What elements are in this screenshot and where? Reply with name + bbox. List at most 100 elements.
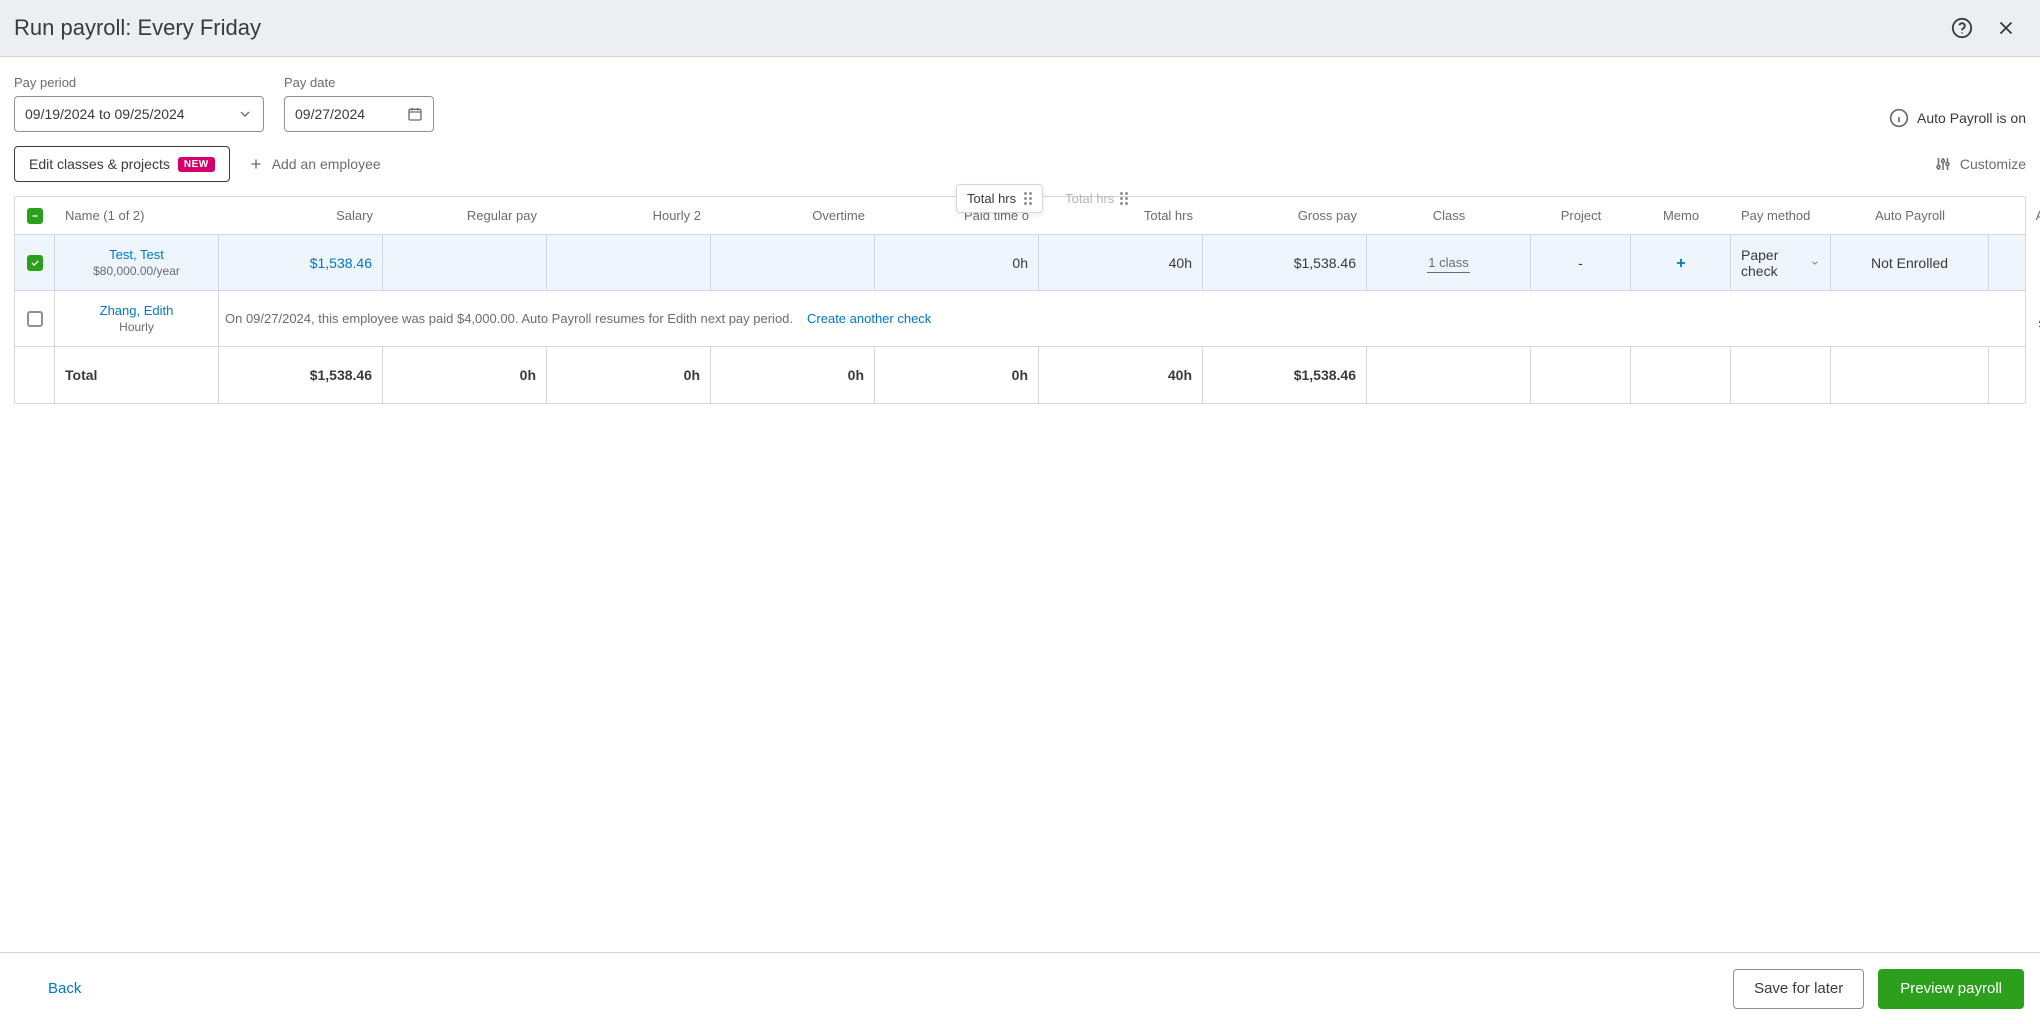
back-link[interactable]: Back bbox=[16, 980, 113, 997]
employee-rate: $80,000.00/year bbox=[93, 264, 180, 278]
check-icon bbox=[30, 258, 40, 268]
payroll-table: Name (1 of 2) Salary Regular pay Hourly … bbox=[14, 196, 2026, 404]
class-link[interactable]: 1 class bbox=[1427, 253, 1469, 273]
pay-date-value: 09/27/2024 bbox=[295, 106, 407, 122]
total-total-hrs: 40h bbox=[1039, 347, 1203, 403]
memo-cell bbox=[1631, 235, 1731, 290]
auto-payroll-cell: Active bbox=[1989, 291, 2040, 346]
chevron-down-icon bbox=[237, 106, 253, 122]
col-salary[interactable]: Salary bbox=[219, 197, 383, 234]
employee-cell: Test, Test $80,000.00/year bbox=[55, 235, 219, 290]
create-another-check-link[interactable]: Create another check bbox=[807, 311, 931, 326]
help-button[interactable] bbox=[1946, 12, 1978, 44]
row-checkbox[interactable] bbox=[27, 255, 43, 271]
col-name[interactable]: Name (1 of 2) bbox=[55, 197, 219, 234]
col-gross-pay[interactable]: Gross pay bbox=[1203, 197, 1367, 234]
chevron-down-icon bbox=[1810, 257, 1820, 269]
customize-label: Customize bbox=[1960, 156, 2026, 172]
pay-method-cell: Paper check bbox=[1731, 235, 1831, 290]
save-for-later-button[interactable]: Save for later bbox=[1733, 969, 1864, 1009]
row-checkbox-cell bbox=[15, 291, 55, 346]
pay-method-value: Paper check bbox=[1741, 247, 1804, 279]
row-checkbox[interactable] bbox=[27, 311, 43, 327]
date-controls: Pay period 09/19/2024 to 09/25/2024 Pay … bbox=[14, 75, 2026, 132]
customize-button[interactable]: Customize bbox=[1934, 155, 2026, 173]
column-drag-indicator: Total hrs Total hrs bbox=[956, 184, 1128, 213]
regular-pay-cell[interactable] bbox=[383, 235, 547, 290]
toolbar: Edit classes & projects NEW Add an emplo… bbox=[14, 146, 2026, 182]
total-hourly2: 0h bbox=[547, 347, 711, 403]
select-all-checkbox[interactable] bbox=[27, 208, 43, 224]
total-blank bbox=[1367, 347, 1531, 403]
total-blank bbox=[1631, 347, 1731, 403]
actions-cell bbox=[1989, 235, 2040, 290]
total-pto: 0h bbox=[875, 347, 1039, 403]
col-actions[interactable]: Actions bbox=[1989, 197, 2040, 234]
employee-name-link[interactable]: Zhang, Edith bbox=[100, 303, 174, 318]
page-header: Run payroll: Every Friday bbox=[0, 0, 2040, 57]
total-blank bbox=[1731, 347, 1831, 403]
col-hourly2[interactable]: Hourly 2 bbox=[547, 197, 711, 234]
pay-date-label: Pay date bbox=[284, 75, 434, 90]
minus-icon bbox=[30, 211, 40, 221]
drag-ghost-label: Total hrs bbox=[1065, 191, 1114, 206]
add-employee-label: Add an employee bbox=[272, 156, 381, 172]
pay-date-field: Pay date 09/27/2024 bbox=[284, 75, 434, 132]
employee-name-link[interactable]: Test, Test bbox=[109, 247, 164, 262]
plus-icon bbox=[1674, 256, 1688, 270]
project-cell[interactable]: - bbox=[1531, 235, 1631, 290]
col-memo[interactable]: Memo bbox=[1631, 197, 1731, 234]
auto-payroll-cell: Not Enrolled bbox=[1831, 235, 1989, 290]
calendar-icon bbox=[407, 106, 423, 122]
employee-info-message: On 09/27/2024, this employee was paid $4… bbox=[219, 291, 1989, 346]
total-hrs-cell: 40h bbox=[1039, 235, 1203, 290]
auto-payroll-status-text: Auto Payroll is on bbox=[1917, 110, 2026, 126]
col-overtime[interactable]: Overtime bbox=[711, 197, 875, 234]
info-text: On 09/27/2024, this employee was paid $4… bbox=[225, 311, 793, 326]
page-footer: Back Save for later Preview payroll bbox=[0, 952, 2040, 1024]
info-icon bbox=[1889, 108, 1909, 128]
select-all-cell bbox=[15, 197, 55, 234]
class-cell: 1 class bbox=[1367, 235, 1531, 290]
table-row: Test, Test $80,000.00/year $1,538.46 0h … bbox=[15, 235, 2025, 291]
total-salary: $1,538.46 bbox=[219, 347, 383, 403]
total-blank bbox=[1831, 347, 1989, 403]
drag-ghost: Total hrs bbox=[1065, 191, 1128, 206]
total-gross-pay: $1,538.46 bbox=[1203, 347, 1367, 403]
pay-period-select[interactable]: 09/19/2024 to 09/25/2024 bbox=[14, 96, 264, 132]
pay-period-field: Pay period 09/19/2024 to 09/25/2024 bbox=[14, 75, 264, 132]
table-row: Zhang, Edith Hourly On 09/27/2024, this … bbox=[15, 291, 2025, 347]
pto-cell[interactable]: 0h bbox=[875, 235, 1039, 290]
pay-method-select[interactable]: Paper check bbox=[1741, 247, 1820, 279]
page-title: Run payroll: Every Friday bbox=[14, 15, 1934, 41]
col-regular-pay[interactable]: Regular pay bbox=[383, 197, 547, 234]
pay-period-label: Pay period bbox=[14, 75, 264, 90]
edit-classes-label: Edit classes & projects bbox=[29, 156, 170, 172]
gross-pay-cell: $1,538.46 bbox=[1203, 235, 1367, 290]
col-project[interactable]: Project bbox=[1531, 197, 1631, 234]
table-total-row: Total $1,538.46 0h 0h 0h 0h 40h $1,538.4… bbox=[15, 347, 2025, 403]
help-icon bbox=[1951, 17, 1973, 39]
close-icon bbox=[1995, 17, 2017, 39]
col-pay-method[interactable]: Pay method bbox=[1731, 197, 1831, 234]
col-auto-payroll[interactable]: Auto Payroll bbox=[1831, 197, 1989, 234]
main-content: Pay period 09/19/2024 to 09/25/2024 Pay … bbox=[0, 57, 2040, 404]
close-button[interactable] bbox=[1990, 12, 2022, 44]
employee-rate: Hourly bbox=[119, 320, 154, 334]
grip-icon bbox=[1120, 192, 1128, 205]
preview-payroll-button[interactable]: Preview payroll bbox=[1878, 969, 2024, 1009]
salary-cell[interactable]: $1,538.46 bbox=[219, 235, 383, 290]
drag-tip[interactable]: Total hrs bbox=[956, 184, 1043, 213]
overtime-cell[interactable] bbox=[711, 235, 875, 290]
add-employee-button[interactable]: Add an employee bbox=[248, 156, 381, 172]
grip-icon bbox=[1024, 192, 1032, 205]
col-class[interactable]: Class bbox=[1367, 197, 1531, 234]
total-overtime: 0h bbox=[711, 347, 875, 403]
edit-classes-button[interactable]: Edit classes & projects NEW bbox=[14, 146, 230, 182]
pay-period-value: 09/19/2024 to 09/25/2024 bbox=[25, 106, 237, 122]
pay-date-input[interactable]: 09/27/2024 bbox=[284, 96, 434, 132]
drag-tip-label: Total hrs bbox=[967, 191, 1016, 206]
add-memo-button[interactable] bbox=[1671, 253, 1691, 273]
hourly2-cell[interactable] bbox=[547, 235, 711, 290]
new-badge: NEW bbox=[178, 157, 215, 172]
